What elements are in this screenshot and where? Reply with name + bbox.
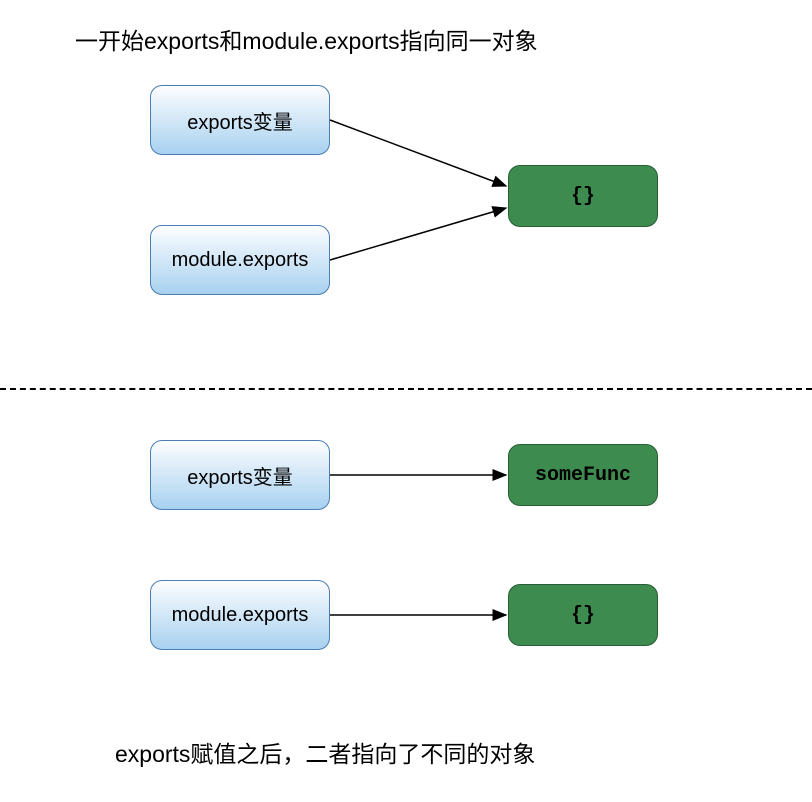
box-label: module.exports — [172, 604, 309, 627]
box-module-exports-bottom: module.exports — [150, 580, 330, 650]
title-bottom: exports赋值之后，二者指向了不同的对象 — [115, 735, 535, 769]
box-somefunc: someFunc — [508, 444, 658, 506]
box-exports-var-top: exports变量 — [150, 85, 330, 155]
box-object-bottom: {} — [508, 584, 658, 646]
box-label: module.exports — [172, 249, 309, 272]
box-label: {} — [571, 604, 595, 627]
box-object-top: {} — [508, 165, 658, 227]
box-label: someFunc — [535, 464, 631, 487]
box-label: {} — [571, 185, 595, 208]
arrows-layer — [0, 0, 812, 802]
box-exports-var-bottom: exports变量 — [150, 440, 330, 510]
title-top: 一开始exports和module.exports指向同一对象 — [75, 22, 538, 56]
box-module-exports-top: module.exports — [150, 225, 330, 295]
section-divider — [0, 388, 812, 390]
box-label: exports变量 — [187, 106, 293, 135]
box-label: exports变量 — [187, 461, 293, 490]
